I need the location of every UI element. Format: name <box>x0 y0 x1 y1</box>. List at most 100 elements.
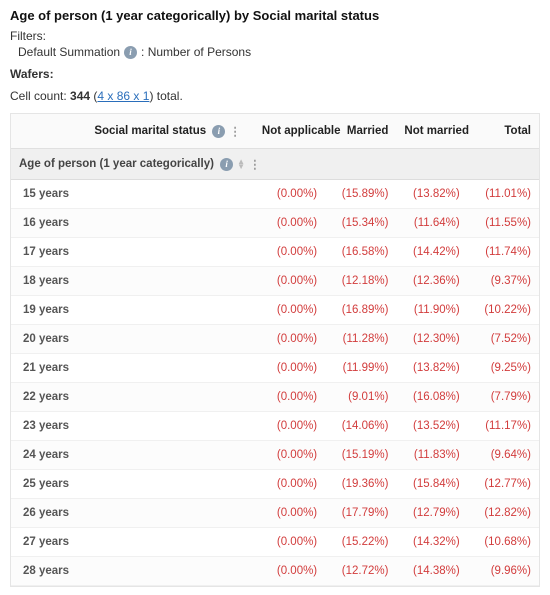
cell-value: (12.72%) <box>325 557 396 586</box>
row-label: 15 years <box>11 180 254 209</box>
cell-value: (13.82%) <box>396 354 467 383</box>
cell-value: (11.90%) <box>396 296 467 325</box>
cell-value: (14.42%) <box>396 238 467 267</box>
cell-value: (13.52%) <box>396 412 467 441</box>
row-dimension-header: Age of person (1 year categorically) i ▲… <box>11 149 539 180</box>
row-label: 23 years <box>11 412 254 441</box>
cell-value: (0.00%) <box>254 528 325 557</box>
table-row: 17 years(0.00%)(16.58%)(14.42%)(11.74%) <box>11 238 539 267</box>
table-row: 16 years(0.00%)(15.34%)(11.64%)(11.55%) <box>11 209 539 238</box>
cell-value: (9.01%) <box>325 383 396 412</box>
cell-value: (9.37%) <box>468 267 539 296</box>
table-row: 21 years(0.00%)(11.99%)(13.82%)(9.25%) <box>11 354 539 383</box>
cell-value: (0.00%) <box>254 238 325 267</box>
column-header[interactable]: Not applicable <box>254 114 325 149</box>
cell-count-value: 344 <box>70 89 90 103</box>
row-label: 18 years <box>11 267 254 296</box>
table-row: 25 years(0.00%)(19.36%)(15.84%)(12.77%) <box>11 470 539 499</box>
cell-value: (11.28%) <box>325 325 396 354</box>
cell-value: (12.18%) <box>325 267 396 296</box>
cell-value: (12.82%) <box>468 499 539 528</box>
cell-value: (0.00%) <box>254 499 325 528</box>
cell-value: (13.82%) <box>396 180 467 209</box>
row-label: 28 years <box>11 557 254 586</box>
cell-value: (16.58%) <box>325 238 396 267</box>
cell-value: (15.22%) <box>325 528 396 557</box>
sort-icon[interactable]: ▲▼ <box>237 159 245 169</box>
cell-value: (11.74%) <box>468 238 539 267</box>
row-label: 19 years <box>11 296 254 325</box>
data-table: Social marital status i ⋮ Not applicable… <box>11 114 539 586</box>
cell-value: (16.08%) <box>396 383 467 412</box>
cell-count-line: Cell count: 344 (4 x 86 x 1) total. <box>10 89 540 103</box>
column-header[interactable]: Not married <box>396 114 467 149</box>
cell-value: (7.79%) <box>468 383 539 412</box>
cell-value: (11.17%) <box>468 412 539 441</box>
table-row: 22 years(0.00%)(9.01%)(16.08%)(7.79%) <box>11 383 539 412</box>
default-summation-label: Default Summation <box>18 45 120 59</box>
row-dimension-header-row: Age of person (1 year categorically) i ▲… <box>11 149 539 180</box>
row-label: 27 years <box>11 528 254 557</box>
table-row: 20 years(0.00%)(11.28%)(12.30%)(7.52%) <box>11 325 539 354</box>
column-header[interactable]: Total <box>468 114 539 149</box>
data-table-container: Social marital status i ⋮ Not applicable… <box>10 113 540 587</box>
cell-value: (9.64%) <box>468 441 539 470</box>
cell-value: (12.36%) <box>396 267 467 296</box>
table-row: 18 years(0.00%)(12.18%)(12.36%)(9.37%) <box>11 267 539 296</box>
wafers-heading: Wafers: <box>10 67 540 81</box>
cell-value: (0.00%) <box>254 470 325 499</box>
row-menu-icon[interactable]: ⋮ <box>249 157 260 171</box>
cell-value: (11.64%) <box>396 209 467 238</box>
cell-value: (14.06%) <box>325 412 396 441</box>
cell-value: (12.79%) <box>396 499 467 528</box>
cell-value: (14.38%) <box>396 557 467 586</box>
table-body: 15 years(0.00%)(15.89%)(13.82%)(11.01%)1… <box>11 180 539 586</box>
column-menu-icon[interactable]: ⋮ <box>229 124 240 138</box>
cell-value: (9.96%) <box>468 557 539 586</box>
cell-value: (0.00%) <box>254 296 325 325</box>
cell-value: (11.01%) <box>468 180 539 209</box>
cell-value: (0.00%) <box>254 180 325 209</box>
column-header-row: Social marital status i ⋮ Not applicable… <box>11 114 539 149</box>
page-title: Age of person (1 year categorically) by … <box>10 8 540 23</box>
info-icon[interactable]: i <box>220 158 233 171</box>
cell-value: (15.34%) <box>325 209 396 238</box>
table-row: 27 years(0.00%)(15.22%)(14.32%)(10.68%) <box>11 528 539 557</box>
cell-value: (15.19%) <box>325 441 396 470</box>
cell-value: (0.00%) <box>254 557 325 586</box>
cell-count-prefix: Cell count: <box>10 89 70 103</box>
cell-value: (15.89%) <box>325 180 396 209</box>
default-summation-value: : Number of Persons <box>141 45 251 59</box>
cell-value: (12.30%) <box>396 325 467 354</box>
table-row: 28 years(0.00%)(12.72%)(14.38%)(9.96%) <box>11 557 539 586</box>
cell-value: (0.00%) <box>254 209 325 238</box>
filters-heading: Filters: <box>10 29 540 43</box>
cell-value: (11.99%) <box>325 354 396 383</box>
row-label: 20 years <box>11 325 254 354</box>
info-icon[interactable]: i <box>124 46 137 59</box>
info-icon[interactable]: i <box>212 125 225 138</box>
row-label: 17 years <box>11 238 254 267</box>
column-dimension-label: Social marital status <box>94 125 206 137</box>
column-dimension-header: Social marital status i ⋮ <box>11 114 254 149</box>
cell-value: (11.55%) <box>468 209 539 238</box>
cell-value: (0.00%) <box>254 412 325 441</box>
row-label: 24 years <box>11 441 254 470</box>
cell-value: (19.36%) <box>325 470 396 499</box>
cell-value: (12.77%) <box>468 470 539 499</box>
row-label: 25 years <box>11 470 254 499</box>
row-label: 21 years <box>11 354 254 383</box>
cell-value: (0.00%) <box>254 354 325 383</box>
cell-value: (0.00%) <box>254 383 325 412</box>
row-dimension-label: Age of person (1 year categorically) <box>19 158 214 170</box>
table-row: 19 years(0.00%)(16.89%)(11.90%)(10.22%) <box>11 296 539 325</box>
table-row: 23 years(0.00%)(14.06%)(13.52%)(11.17%) <box>11 412 539 441</box>
cell-value: (10.22%) <box>468 296 539 325</box>
table-row: 24 years(0.00%)(15.19%)(11.83%)(9.64%) <box>11 441 539 470</box>
cell-value: (9.25%) <box>468 354 539 383</box>
table-row: 26 years(0.00%)(17.79%)(12.79%)(12.82%) <box>11 499 539 528</box>
cell-value: (7.52%) <box>468 325 539 354</box>
cell-value: (0.00%) <box>254 325 325 354</box>
cell-value: (11.83%) <box>396 441 467 470</box>
cell-count-formula-link[interactable]: 4 x 86 x 1 <box>97 89 149 103</box>
